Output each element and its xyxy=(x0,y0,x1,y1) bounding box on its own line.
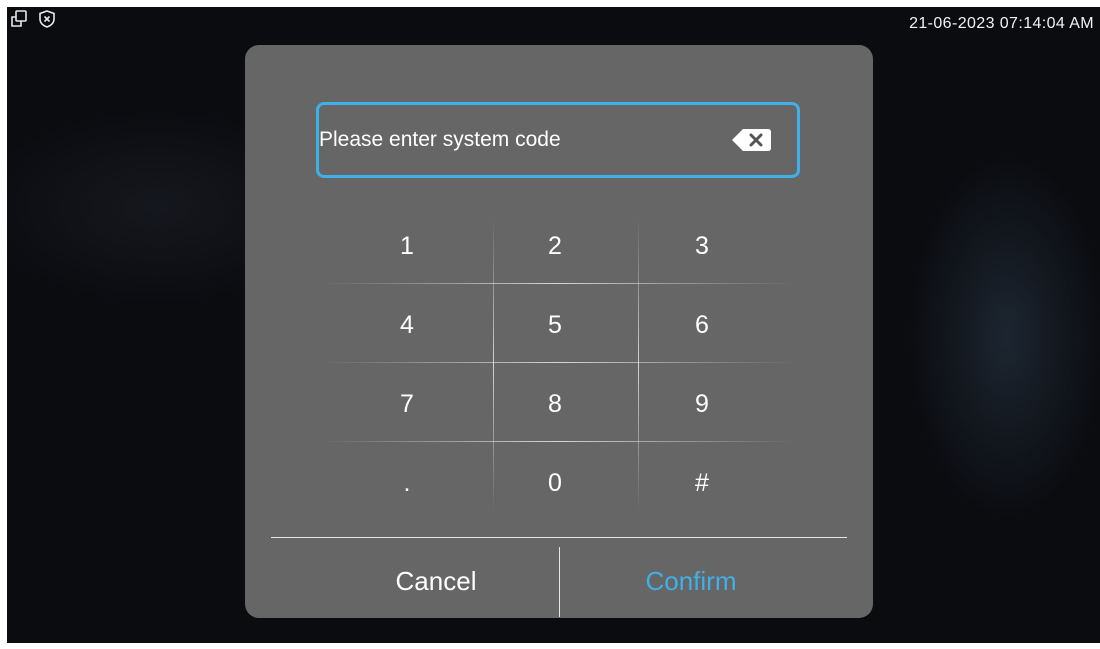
confirm-button[interactable]: Confirm xyxy=(566,548,816,614)
shield-x-icon xyxy=(37,9,57,29)
multi-window-icon xyxy=(9,9,29,29)
cancel-button[interactable]: Cancel xyxy=(311,548,561,614)
key-2[interactable]: 2 xyxy=(481,207,629,285)
keypad: 1 2 3 4 5 6 7 8 9. 0 # xyxy=(266,207,852,523)
key-6[interactable]: 6 xyxy=(628,286,776,364)
footer-divider-line xyxy=(271,537,847,538)
key-0[interactable]: 0 xyxy=(481,444,629,522)
key-7[interactable]: 7 xyxy=(333,365,481,443)
status-datetime: 21-06-2023 07:14:04 AM xyxy=(909,15,1094,32)
system-code-input[interactable] xyxy=(319,120,731,160)
key-1[interactable]: 1 xyxy=(333,207,481,285)
key-hash[interactable]: # xyxy=(628,444,776,522)
key-dot[interactable]: . xyxy=(333,444,481,522)
lock-screen: 21-06-2023 07:14:04 AM Please enter syst… xyxy=(7,7,1100,643)
status-icons xyxy=(9,9,57,29)
code-field[interactable] xyxy=(316,102,800,178)
key-5[interactable]: 5 xyxy=(481,286,629,364)
system-code-dialog: 123 456 789.0# Cancel Confirm xyxy=(245,45,873,618)
key-8[interactable]: 8 xyxy=(481,365,629,443)
key-9[interactable]: 9 xyxy=(628,365,776,443)
backspace-icon[interactable] xyxy=(731,127,773,153)
key-4[interactable]: 4 xyxy=(333,286,481,364)
key-3[interactable]: 3 xyxy=(628,207,776,285)
